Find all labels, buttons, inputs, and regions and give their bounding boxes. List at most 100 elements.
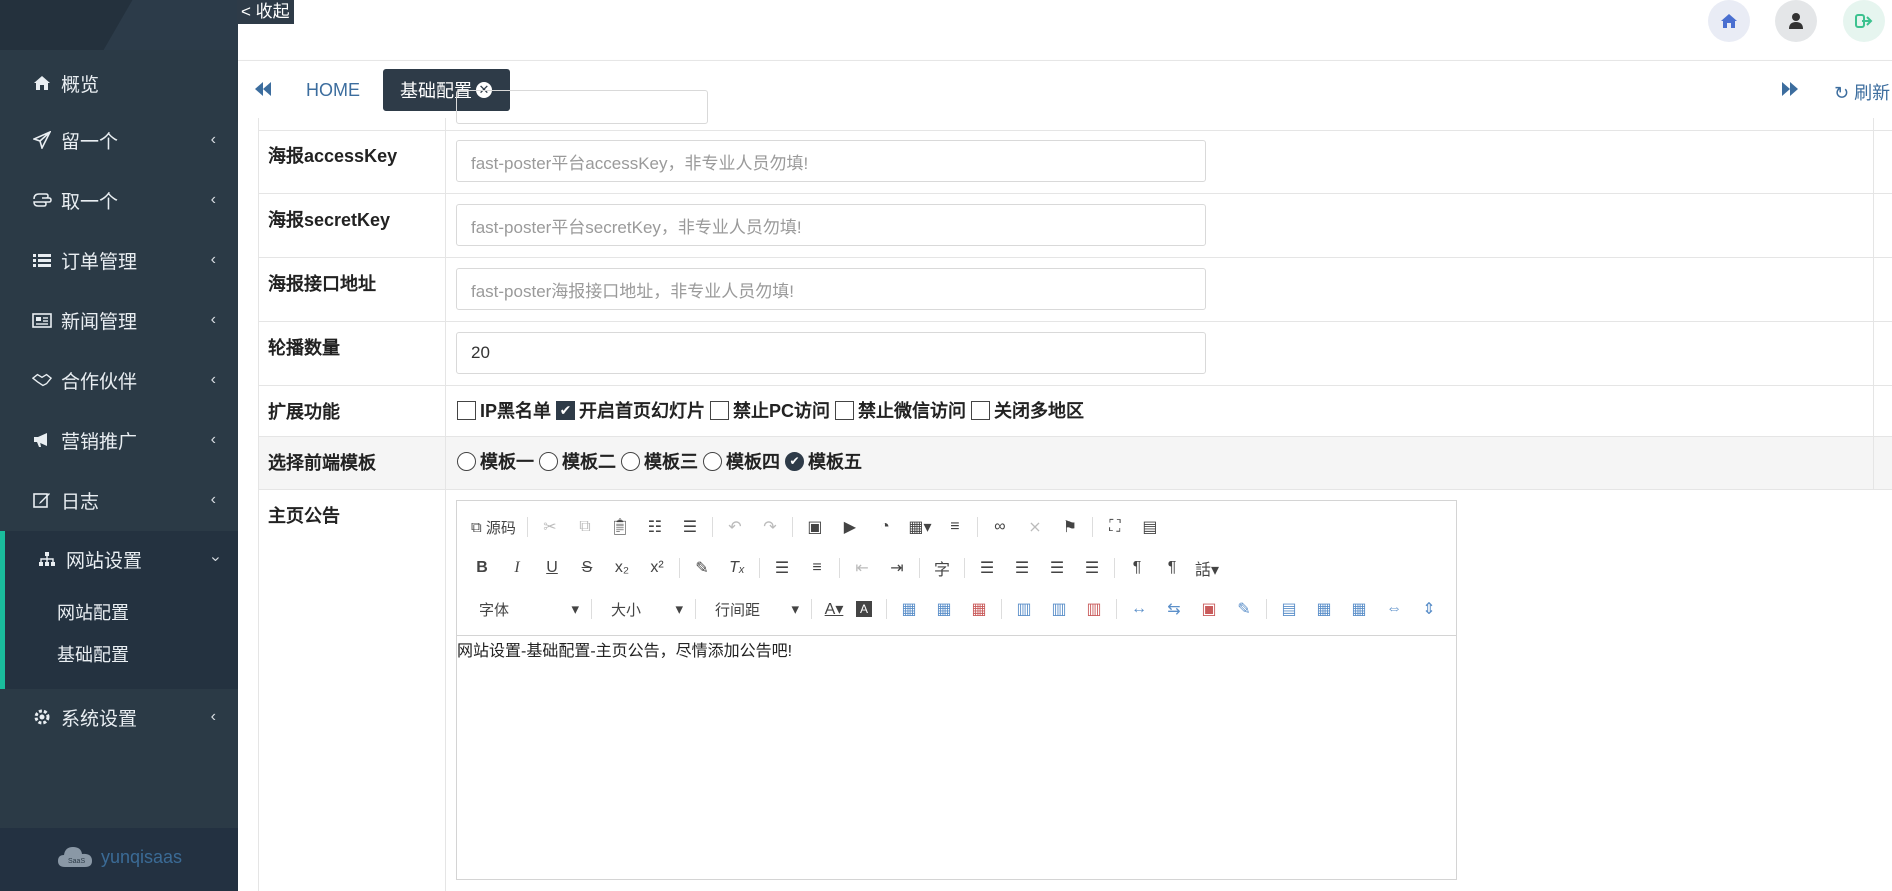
checkbox-box[interactable] (835, 400, 855, 420)
sidebar-item-logs[interactable]: 日志 ‹ (0, 472, 238, 528)
link-icon[interactable]: ∞ (987, 514, 1013, 540)
insert-col-right-icon[interactable]: ▥ (1046, 596, 1072, 622)
unordered-list-icon[interactable]: ≡ (804, 555, 830, 581)
flash-icon[interactable]: ◔ (872, 514, 898, 540)
collapse-sidebar-button[interactable]: < 收起 (237, 0, 294, 24)
redo-icon[interactable]: ↷ (757, 514, 783, 540)
sidebar-item-take-one[interactable]: 取一个 ‹ (0, 172, 238, 228)
checkbox-box[interactable] (971, 400, 991, 420)
checkbox-box[interactable] (457, 400, 476, 420)
underline-icon[interactable]: U (539, 555, 565, 581)
checkbox-box-checked[interactable]: ✔ (556, 400, 576, 420)
video-icon[interactable]: ▶ (837, 514, 863, 540)
carousel-count-input[interactable]: 20 (456, 332, 1206, 374)
undo-icon[interactable]: ↶ (722, 514, 748, 540)
tab-scroll-right-button[interactable] (1781, 81, 1799, 102)
radio-template-5[interactable]: ✔ 模板五 (785, 448, 862, 474)
insert-row-below-icon[interactable]: ▦ (931, 596, 957, 622)
source-code-button[interactable]: ⧉ 源码 (469, 514, 518, 540)
footer-brand-text[interactable]: yunqisaas (101, 847, 182, 868)
sidebar-item-orders[interactable]: 订单管理 ‹ (0, 232, 238, 288)
checkbox-homepage-slideshow[interactable]: ✔ 开启首页幻灯片 (556, 397, 705, 423)
clear-format-icon[interactable]: Tₓ (724, 555, 750, 581)
paste-word-icon[interactable]: ☰ (677, 514, 703, 540)
align-justify-icon[interactable]: ☰ (1079, 555, 1105, 581)
sidebar-subitem-basic-config[interactable]: 基础配置 (57, 641, 129, 667)
outdent-icon[interactable]: ⇤ (849, 555, 875, 581)
indent-icon[interactable]: ⇥ (884, 555, 910, 581)
checkbox-box[interactable] (710, 400, 730, 420)
image-icon[interactable]: ▣ (802, 514, 828, 540)
align-center-icon[interactable]: ☰ (1009, 555, 1035, 581)
cut-icon[interactable]: ✂ (537, 514, 563, 540)
horizontal-rule-icon[interactable]: ≡ (942, 514, 968, 540)
copy-icon[interactable]: ⧉ (572, 514, 598, 540)
sidebar-item-system-settings[interactable]: 系统设置 ‹ (0, 689, 238, 745)
paste-text-icon[interactable]: ☷ (642, 514, 668, 540)
secret-key-input[interactable]: fast-poster平台secretKey，非专业人员勿填! (456, 204, 1206, 246)
refresh-button[interactable]: ↻ 刷新 (1834, 79, 1890, 105)
radio-template-1[interactable]: 模板一 (457, 448, 534, 474)
sidebar-subitem-site-config[interactable]: 网站配置 (57, 599, 129, 625)
user-button[interactable] (1775, 0, 1817, 42)
access-key-input[interactable]: fast-poster平台accessKey，非专业人员勿填! (456, 140, 1206, 182)
align-right-icon[interactable]: ☰ (1044, 555, 1070, 581)
strikethrough-icon[interactable]: S (574, 555, 600, 581)
merge-down-icon[interactable]: ⇕ (1416, 596, 1442, 622)
font-family-select[interactable]: 字体 ▾ (469, 597, 583, 621)
fullscreen-icon[interactable]: ⛶ (1102, 514, 1128, 540)
insert-row-above-icon[interactable]: ▦ (896, 596, 922, 622)
tab-home[interactable]: HOME (306, 80, 360, 101)
insert-col-left-icon[interactable]: ▥ (1011, 596, 1037, 622)
home-button[interactable] (1708, 0, 1750, 42)
table-icon[interactable]: ▦▾ (907, 514, 933, 540)
bold-icon[interactable]: B (469, 555, 495, 581)
split-cells-icon[interactable]: ⇆ (1161, 596, 1187, 622)
delete-col-icon[interactable]: ▥ (1081, 596, 1107, 622)
merge-cells-icon[interactable]: ↔ (1126, 596, 1152, 622)
rtl-icon[interactable]: ¶ (1159, 555, 1185, 581)
tab-scroll-left-button[interactable] (254, 81, 272, 102)
font-color-icon[interactable]: A▾ (821, 596, 847, 622)
radio-template-3[interactable]: 模板三 (621, 448, 698, 474)
partial-input-field[interactable] (456, 90, 708, 124)
ordered-list-icon[interactable]: ☰ (769, 555, 795, 581)
checkbox-ip-blacklist[interactable]: IP黑名单 (457, 397, 551, 423)
table-props-icon[interactable]: ✎ (1231, 596, 1257, 622)
italic-icon[interactable]: I (504, 555, 530, 581)
superscript-icon[interactable]: x² (644, 555, 670, 581)
radio-circle[interactable] (703, 451, 722, 471)
checkbox-block-wechat[interactable]: 禁止微信访问 (835, 397, 966, 423)
radio-circle[interactable] (621, 451, 640, 471)
preview-icon[interactable]: ▤ (1137, 514, 1163, 540)
delete-table-icon[interactable]: ▣ (1196, 596, 1222, 622)
checkbox-close-multiregion[interactable]: 关闭多地区 (971, 397, 1084, 423)
format-painter-icon[interactable]: ✎ (689, 555, 715, 581)
radio-circle[interactable] (539, 451, 558, 471)
chinese-convert-icon[interactable]: 字 (929, 555, 955, 581)
radio-template-4[interactable]: 模板四 (703, 448, 780, 474)
radio-circle[interactable] (457, 451, 476, 471)
sidebar-item-overview[interactable]: 概览 (0, 55, 238, 111)
sidebar-item-leave-one[interactable]: 留一个 ‹ (0, 112, 238, 168)
sidebar-item-news[interactable]: 新闻管理 ‹ (0, 292, 238, 348)
background-color-icon[interactable]: A (856, 601, 872, 617)
logout-button[interactable] (1843, 0, 1885, 42)
col-props-icon[interactable]: ▦ (1346, 596, 1372, 622)
cell-props-icon[interactable]: ▤ (1276, 596, 1302, 622)
checkbox-block-pc[interactable]: 禁止PC访问 (710, 397, 830, 423)
font-size-select[interactable]: 大小 ▾ (601, 597, 687, 621)
ltr-icon[interactable]: ¶ (1124, 555, 1150, 581)
editor-content[interactable]: 网站设置-基础配置-主页公告，尽情添加公告吧! (457, 637, 792, 661)
paste-icon[interactable]: 📋︎ (607, 514, 633, 540)
api-url-input[interactable]: fast-poster海报接口地址，非专业人员勿填! (456, 268, 1206, 310)
sidebar-item-site-settings[interactable]: 网站设置 ‹ (0, 531, 238, 587)
sidebar-item-marketing[interactable]: 营销推广 ‹ (0, 412, 238, 468)
merge-right-icon[interactable]: ⇔ (1381, 596, 1407, 622)
delete-row-icon[interactable]: ▦ (966, 596, 992, 622)
anchor-flag-icon[interactable]: ⚑ (1057, 514, 1083, 540)
radio-circle-checked[interactable]: ✔ (785, 451, 804, 471)
language-icon[interactable]: 話▾ (1194, 555, 1220, 581)
subscript-icon[interactable]: x₂ (609, 555, 635, 581)
line-height-select[interactable]: 行间距 ▾ (705, 597, 803, 621)
